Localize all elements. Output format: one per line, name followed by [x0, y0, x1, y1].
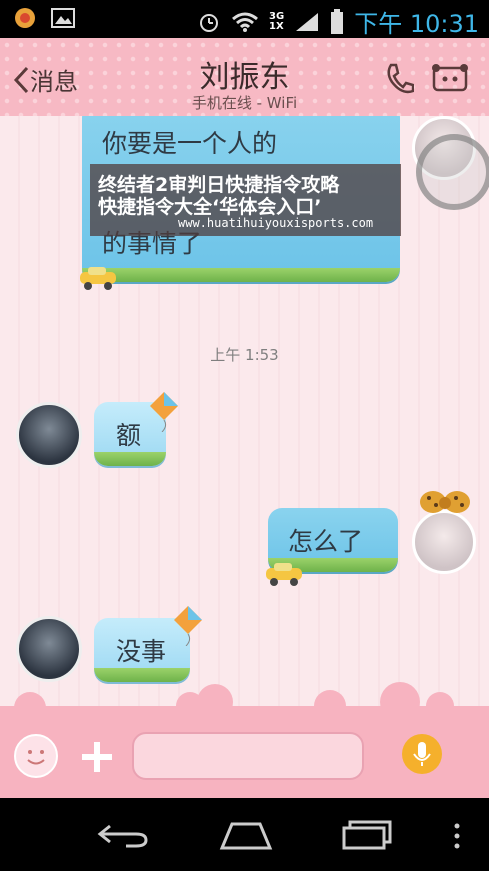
nav-recent-apps-button[interactable] [340, 818, 394, 854]
my-avatar[interactable] [412, 510, 476, 574]
watermark-line: 快捷指令大全‘华体会入口’ [98, 196, 322, 218]
message-text: 额 [116, 421, 142, 450]
network-type: 3G 1X [269, 10, 285, 32]
smiley-icon [27, 750, 45, 765]
system-nav-bar [0, 798, 489, 871]
contact-name: 刘振东 [199, 60, 290, 95]
nav-back-button[interactable] [96, 820, 150, 854]
status-bar: 3G 1X 下午 10:31 [0, 0, 489, 38]
message-text: 没事 [116, 637, 167, 666]
bubble-decoration [94, 452, 166, 466]
add-attachment-button[interactable] [78, 738, 116, 776]
app-notification-icon [12, 6, 38, 30]
nav-menu-button[interactable] [452, 822, 462, 854]
profile-card-icon [432, 64, 468, 92]
clouds-decoration [0, 682, 489, 712]
emoji-button[interactable] [14, 734, 58, 778]
phone-icon [387, 63, 415, 94]
microphone-icon [413, 742, 431, 766]
chat-header: 消息 刘振东 手机在线 - WiFi [0, 38, 489, 116]
recent-apps-icon [342, 820, 392, 850]
contact-status: 手机在线 - WiFi [191, 94, 298, 112]
car-sticker-icon [266, 563, 302, 586]
battery-icon [331, 8, 344, 34]
watermark-url: www.huatihuiyouxisports.com [178, 216, 374, 230]
wifi-icon [232, 12, 258, 32]
profile-button[interactable] [430, 60, 470, 100]
back-arrow-icon [97, 824, 148, 848]
contact-avatar[interactable] [16, 402, 82, 468]
watermark-overlay: 终结者2审判日快捷指令攻略 快捷指令大全‘华体会入口’ www.huatihui… [90, 164, 401, 236]
home-icon [219, 822, 273, 850]
message-input[interactable] [132, 732, 364, 780]
call-button[interactable] [384, 62, 415, 100]
message-timestamp: 上午 1:53 [210, 346, 279, 364]
floating-circle[interactable] [416, 134, 489, 210]
clock: 下午 10:31 [354, 10, 479, 38]
message-text-line: 你要是一个人的 [102, 129, 278, 158]
alarm-icon [200, 13, 219, 32]
message-text: 怎么了 [288, 527, 364, 556]
leopard-bow-icon [420, 491, 470, 513]
notification-icons [12, 6, 76, 30]
kite-sticker-icon [174, 606, 202, 646]
voice-button[interactable] [402, 734, 442, 774]
bubble-decoration [82, 268, 400, 282]
overflow-menu-icon [454, 823, 460, 849]
plus-icon [82, 742, 112, 772]
kite-sticker-icon [150, 392, 178, 432]
message-list[interactable]: 你要是一个人的 的事情了 终结者2审判日快捷指令攻略 快捷指令大全‘华体会入口’… [0, 116, 489, 708]
input-bar [0, 682, 489, 798]
gallery-icon [50, 6, 76, 30]
nav-home-button[interactable] [218, 820, 274, 854]
contact-avatar[interactable] [16, 616, 82, 682]
bubble-decoration [94, 668, 190, 682]
network-1x: 1X [269, 20, 284, 32]
car-sticker-icon [80, 267, 116, 290]
system-status: 3G 1X 下午 10:31 [197, 4, 479, 39]
signal-icon [296, 12, 319, 31]
network-3g: 3G [269, 10, 285, 22]
